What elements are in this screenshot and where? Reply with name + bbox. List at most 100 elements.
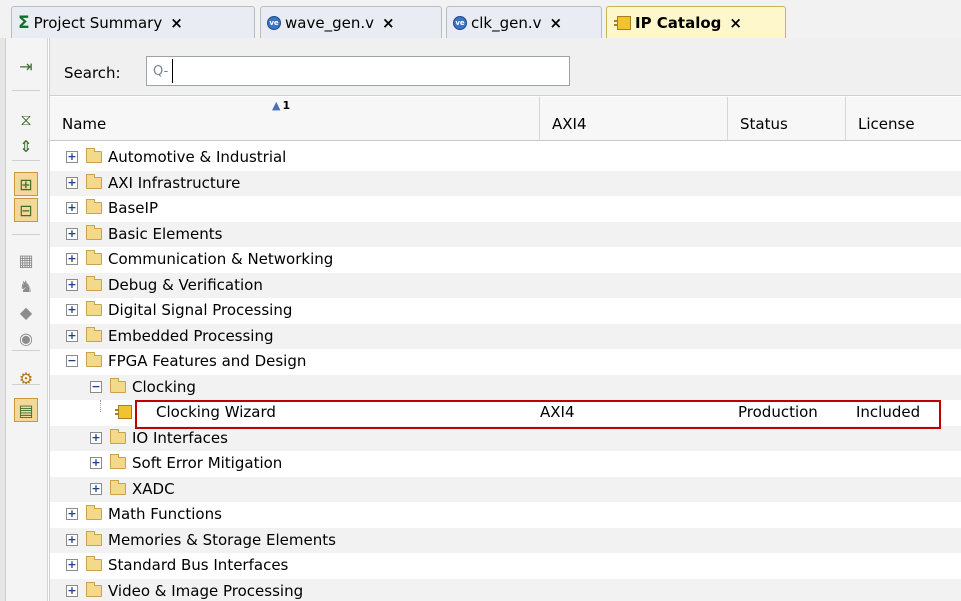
category-row[interactable]: + Memories & Storage Elements — [50, 527, 961, 553]
expand-icon[interactable]: + — [66, 559, 78, 571]
category-row[interactable]: + Digital Signal Processing — [50, 298, 961, 324]
sigma-icon: Σ — [18, 12, 30, 33]
collapse-panel-icon[interactable]: ⇥ — [14, 54, 38, 78]
expand-icon[interactable]: + — [66, 176, 78, 189]
category-row[interactable]: + IO Interfaces — [50, 425, 961, 451]
expand-icon[interactable]: + — [90, 431, 102, 444]
verilog-file-icon: ve — [453, 15, 467, 30]
category-row[interactable]: + AXI Infrastructure — [50, 170, 961, 196]
category-row[interactable]: + Debug & Verification — [50, 272, 961, 298]
tree-item-label: XADC — [132, 479, 175, 498]
diamond-icon[interactable]: ◆ — [14, 300, 38, 324]
toolbar-separator — [12, 350, 40, 351]
group-by-category-icon[interactable]: ⊞ — [14, 172, 38, 196]
expand-icon[interactable]: + — [66, 533, 78, 546]
folder-icon — [86, 148, 102, 163]
column-header-axi4-label: AXI4 — [552, 115, 587, 133]
expand-icon[interactable]: + — [66, 278, 78, 291]
folder-icon — [86, 581, 102, 597]
tree-item-label: Video & Image Processing — [108, 581, 304, 600]
collapse-icon[interactable]: − — [90, 380, 102, 393]
category-row[interactable]: + Video & Image Processing — [50, 578, 961, 601]
expand-all-icon[interactable]: ⇕ — [14, 134, 38, 158]
category-row[interactable]: + Automotive & Industrial — [50, 145, 961, 171]
hierarchy-view-icon[interactable]: ⊟ — [14, 198, 38, 222]
category-row[interactable]: + Embedded Processing — [50, 323, 961, 349]
column-header-name-label: Name — [62, 115, 107, 133]
column-header-status[interactable]: Status — [728, 97, 846, 141]
column-header-name[interactable]: ▲ 1 Name — [50, 97, 540, 141]
search-field[interactable]: Q- — [146, 56, 570, 86]
cell-status: Production — [738, 403, 818, 421]
folder-icon — [86, 301, 102, 316]
folder-icon — [110, 428, 126, 444]
close-icon[interactable]: × — [550, 14, 563, 32]
tree-item-label: Standard Bus Interfaces — [108, 556, 289, 574]
toolbar-separator — [12, 160, 40, 161]
expand-icon[interactable]: + — [66, 151, 78, 163]
expand-icon[interactable]: + — [66, 253, 78, 265]
folder-icon — [110, 454, 126, 469]
properties-icon[interactable]: ▤ — [14, 398, 38, 422]
close-icon[interactable]: × — [729, 14, 742, 32]
tree-item-label: Communication & Networking — [108, 250, 334, 268]
ip-catalog-toolbar: ⇥ ⧖ ⇕ ⊞ ⊟ ▦ ♞ ◆ ◉ ⚙ ▤ — [0, 38, 48, 601]
ip-icon — [614, 15, 631, 30]
chip-icon[interactable]: ▦ — [14, 248, 38, 272]
cell-license: Included — [856, 403, 921, 421]
expand-icon[interactable]: + — [66, 329, 78, 342]
tab-wave-gen-v[interactable]: ve wave_gen.v × — [260, 6, 442, 38]
tree-connector — [100, 400, 101, 412]
tree-item-label: Digital Signal Processing — [108, 301, 293, 319]
ip-row[interactable]: Clocking Wizard AXI4 Production Included — [50, 400, 961, 426]
toolbar-strip — [0, 38, 6, 601]
column-header-license[interactable]: License — [846, 97, 961, 141]
expand-icon[interactable]: + — [66, 584, 78, 597]
close-icon[interactable]: × — [170, 14, 183, 32]
expand-icon[interactable]: + — [66, 227, 78, 240]
close-icon[interactable]: × — [382, 14, 395, 32]
cell-axi4: AXI4 — [540, 403, 575, 421]
category-row[interactable]: + Basic Elements — [50, 221, 961, 247]
settings-icon[interactable]: ⚙ — [14, 366, 38, 390]
folder-icon — [86, 505, 102, 520]
search-label: Search: — [64, 64, 121, 82]
category-row[interactable]: + XADC — [50, 476, 961, 502]
category-row[interactable]: + Soft Error Mitigation — [50, 451, 961, 477]
collapse-icon[interactable]: − — [66, 355, 78, 367]
tab-clk-gen-v[interactable]: ve clk_gen.v × — [446, 6, 602, 38]
tree-item-label: Memories & Storage Elements — [108, 530, 336, 549]
category-row[interactable]: + Communication & Networking — [50, 247, 961, 273]
repository-icon[interactable]: ◉ — [14, 326, 38, 350]
tree-item-label: FPGA Features and Design — [108, 352, 307, 370]
filter-icon[interactable]: ♞ — [14, 274, 38, 298]
column-header-license-label: License — [858, 115, 915, 133]
category-row[interactable]: − Clocking — [50, 374, 961, 400]
column-header-axi4[interactable]: AXI4 — [540, 97, 728, 141]
search-input[interactable] — [172, 59, 569, 83]
verilog-file-icon: ve — [267, 15, 281, 30]
expand-icon[interactable]: + — [90, 482, 102, 495]
tab-ip-catalog[interactable]: IP Catalog × — [606, 6, 786, 38]
tree-item-label: IO Interfaces — [132, 428, 228, 447]
expand-icon[interactable]: + — [66, 508, 78, 520]
search-icon[interactable]: Q- — [153, 64, 168, 79]
collapse-all-icon[interactable]: ⧖ — [14, 108, 38, 132]
tree-item-label: Debug & Verification — [108, 275, 263, 294]
tree-item-label: BaseIP — [108, 199, 158, 217]
expand-icon[interactable]: + — [66, 202, 78, 214]
folder-icon — [86, 530, 102, 546]
expand-icon[interactable]: + — [90, 457, 102, 469]
category-row[interactable]: + Standard Bus Interfaces — [50, 553, 961, 579]
editor-tab-bar: Σ Project Summary × ve wave_gen.v × ve clk_gen.… — [0, 0, 961, 38]
category-row[interactable]: + BaseIP — [50, 196, 961, 222]
folder-icon — [86, 250, 102, 265]
expand-icon[interactable]: + — [66, 304, 78, 316]
tree-item-label: Soft Error Mitigation — [132, 454, 283, 472]
category-row[interactable]: − FPGA Features and Design — [50, 349, 961, 375]
ip-core-icon — [115, 405, 132, 419]
category-row[interactable]: + Math Functions — [50, 502, 961, 528]
tab-project-summary[interactable]: Σ Project Summary × — [11, 6, 255, 38]
sort-indicator[interactable]: ▲ 1 — [272, 99, 290, 112]
ip-catalog-panel: Search: Q- ▲ 1 Name AXI4 Status License +… — [49, 38, 961, 601]
